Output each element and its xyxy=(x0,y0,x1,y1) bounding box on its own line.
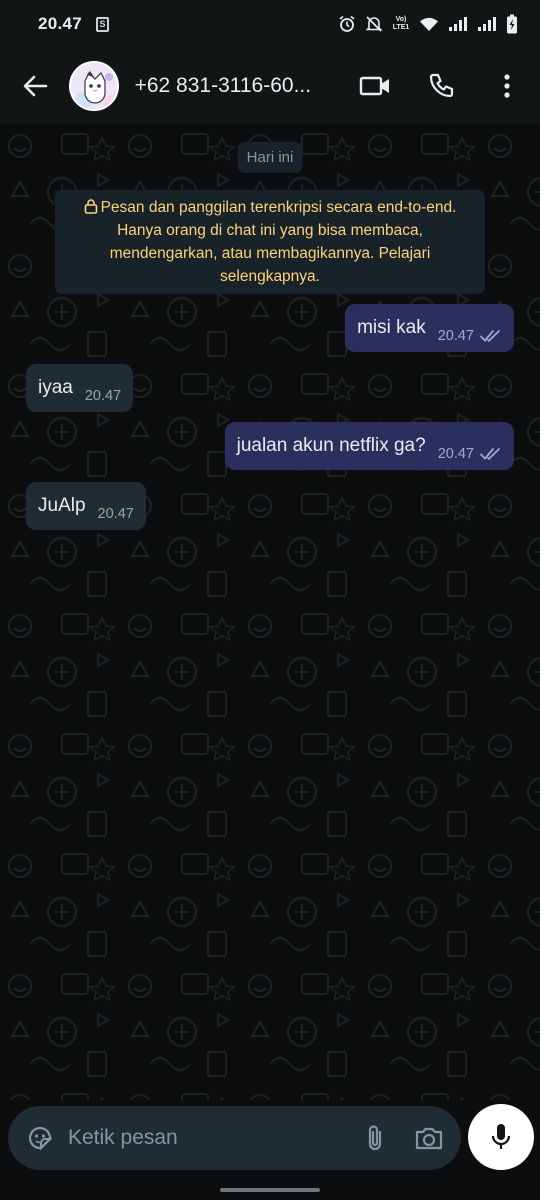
encryption-notice-text: Pesan dan panggilan terenkripsi secara e… xyxy=(100,199,457,285)
message-meta: 20.47 xyxy=(438,328,502,344)
status-icons: Vo) LTE1 xyxy=(338,14,518,34)
sticker-button[interactable] xyxy=(26,1123,54,1153)
message-input-pill xyxy=(8,1106,461,1170)
message-text: JuAlp xyxy=(38,495,86,516)
message-text: jualan akun netflix ga? xyxy=(236,435,426,456)
date-separator: Hari ini xyxy=(237,142,303,173)
status-bar: 20.47 S Vo) LTE1 xyxy=(0,0,540,48)
video-call-button[interactable] xyxy=(342,48,408,124)
chat-area[interactable]: Hari ini Pesan dan panggilan terenkripsi… xyxy=(0,124,540,1100)
message-time: 20.47 xyxy=(97,506,134,522)
video-camera-icon xyxy=(359,76,389,96)
message-text: misi kak xyxy=(357,317,426,338)
more-options-button[interactable] xyxy=(474,48,540,124)
cat-avatar-icon xyxy=(71,63,117,109)
back-button[interactable] xyxy=(0,48,69,124)
message-time: 20.47 xyxy=(437,328,474,344)
avatar[interactable] xyxy=(69,61,119,111)
gesture-handle[interactable] xyxy=(220,1188,320,1192)
message-meta: 20.47 xyxy=(85,388,121,404)
message-bubble[interactable]: JuAlp 20.47 xyxy=(26,482,146,530)
lock-icon xyxy=(84,199,97,214)
message-time: 20.47 xyxy=(437,446,474,462)
message-bubble[interactable]: misi kak 20.47 xyxy=(345,304,514,352)
message-input[interactable] xyxy=(68,1126,339,1150)
read-ticks-icon xyxy=(480,330,500,343)
encryption-notice[interactable]: Pesan dan panggilan terenkripsi secara e… xyxy=(55,190,485,294)
header-actions xyxy=(342,48,540,124)
message-time: 20.47 xyxy=(84,388,122,404)
s-notification-icon: S xyxy=(96,16,110,32)
alarm-icon xyxy=(338,15,356,33)
message-bubble[interactable]: jualan akun netflix ga? 20.47 xyxy=(224,422,514,470)
contact-name[interactable]: +62 831-3116-60... xyxy=(135,74,342,98)
more-vertical-icon xyxy=(504,74,510,98)
sticker-icon xyxy=(28,1126,53,1151)
camera-icon xyxy=(415,1127,443,1150)
message-meta: 20.47 xyxy=(98,506,134,522)
back-arrow-icon xyxy=(23,75,47,97)
attach-button[interactable] xyxy=(357,1116,393,1160)
message-text: iyaa xyxy=(38,377,73,398)
read-ticks-icon xyxy=(480,448,500,461)
voice-call-button[interactable] xyxy=(408,48,474,124)
signal-2-icon xyxy=(477,16,497,32)
voice-message-button[interactable] xyxy=(468,1104,534,1170)
status-time: 20.47 xyxy=(38,14,83,33)
message-meta: 20.47 xyxy=(438,446,502,462)
paperclip-icon xyxy=(368,1125,382,1151)
phone-icon xyxy=(429,73,454,98)
volte-icon: Vo) LTE1 xyxy=(392,16,410,31)
signal-1-icon xyxy=(448,16,468,32)
chat-header: +62 831-3116-60... xyxy=(0,48,540,124)
microphone-icon xyxy=(491,1124,511,1149)
message-bubble[interactable]: iyaa 20.47 xyxy=(26,364,134,412)
composer xyxy=(0,1100,540,1184)
mute-icon xyxy=(365,15,383,33)
battery-charging-icon xyxy=(506,14,518,34)
wifi-icon xyxy=(419,16,439,32)
navigation-bar xyxy=(0,1184,540,1200)
camera-button[interactable] xyxy=(411,1116,447,1160)
